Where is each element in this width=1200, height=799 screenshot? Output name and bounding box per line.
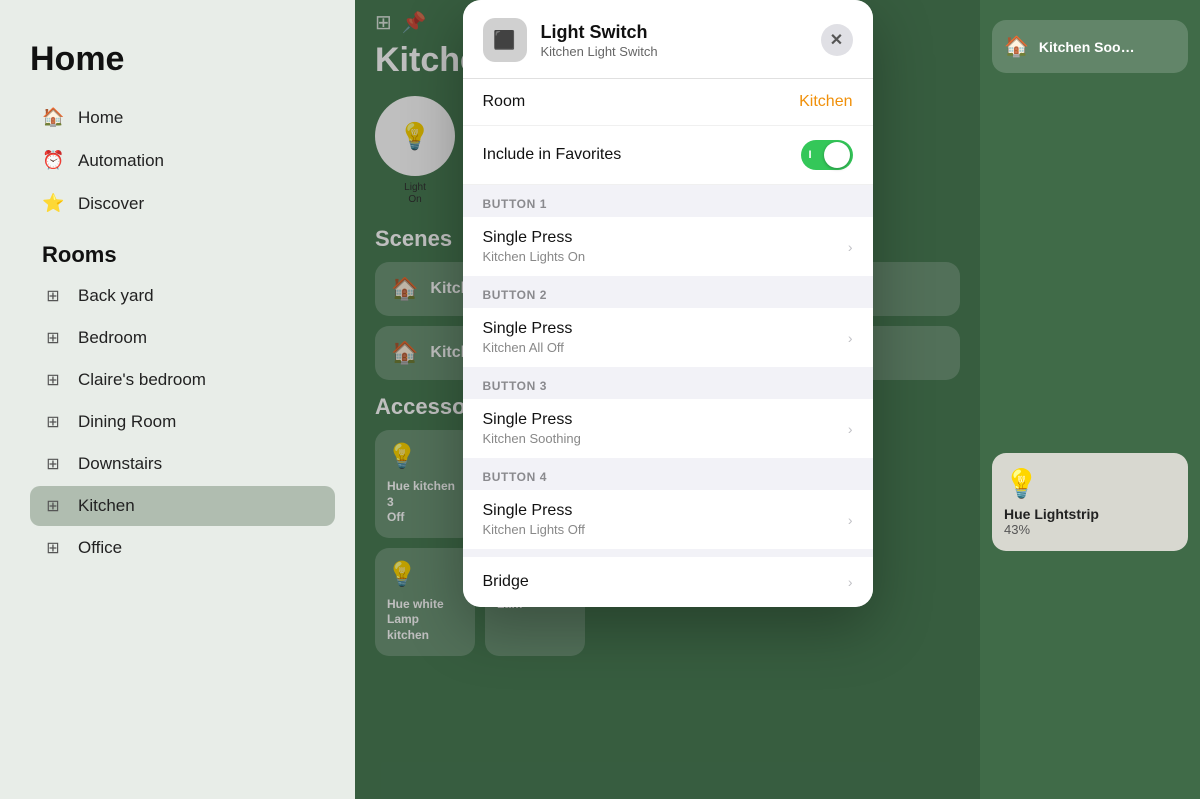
modal-close-button[interactable]: ✕ bbox=[821, 24, 853, 56]
button-group-4-chevron-icon: › bbox=[848, 512, 853, 528]
button-group-2-content: Single Press Kitchen All Off bbox=[483, 320, 573, 355]
button-group-2-sub: Kitchen All Off bbox=[483, 340, 573, 355]
toggle-knob bbox=[824, 142, 850, 168]
button-group-4-main: Single Press bbox=[483, 502, 585, 520]
nav-discover-label: Discover bbox=[78, 194, 144, 214]
hue-lightstrip-card[interactable]: 💡 Hue Lightstrip 43% bbox=[992, 453, 1188, 551]
modal-subtitle: Kitchen Light Switch bbox=[541, 44, 807, 59]
modal-room-value: Kitchen bbox=[799, 93, 852, 111]
nav-automation-icon: ⏰ bbox=[42, 150, 64, 171]
button-group-1-sub: Kitchen Lights On bbox=[483, 249, 586, 264]
modal-bridge-row[interactable]: Bridge › bbox=[463, 557, 873, 607]
room-backyard-label: Back yard bbox=[78, 286, 154, 306]
room-kitchen-icon: ⊞ bbox=[42, 496, 64, 516]
room-item-bedroom[interactable]: ⊞ Bedroom bbox=[30, 318, 335, 358]
modal-room-label: Room bbox=[483, 93, 526, 111]
room-item-kitchen[interactable]: ⊞ Kitchen bbox=[30, 486, 335, 526]
button-group-1-content: Single Press Kitchen Lights On bbox=[483, 229, 586, 264]
nav-automation-label: Automation bbox=[78, 151, 164, 171]
modal-overlay: ⬛ Light Switch Kitchen Light Switch ✕ Ro… bbox=[355, 0, 980, 799]
nav-discover-icon: ⭐ bbox=[42, 193, 64, 214]
room-office-label: Office bbox=[78, 538, 122, 558]
room-bedroom-label: Bedroom bbox=[78, 328, 147, 348]
button-group-3-row-1[interactable]: Single Press Kitchen Soothing › bbox=[463, 399, 873, 458]
button-group-2-main: Single Press bbox=[483, 320, 573, 338]
button-group-1-row-1[interactable]: Single Press Kitchen Lights On › bbox=[463, 217, 873, 276]
room-backyard-icon: ⊞ bbox=[42, 286, 64, 306]
button-group-2-row-1[interactable]: Single Press Kitchen All Off › bbox=[463, 308, 873, 367]
room-downstairs-label: Downstairs bbox=[78, 454, 162, 474]
hue-lightstrip-label: Hue Lightstrip bbox=[1004, 506, 1176, 522]
room-kitchen-label: Kitchen bbox=[78, 496, 135, 516]
modal-favorites-row[interactable]: Include in Favorites I bbox=[463, 126, 873, 184]
room-claires-bedroom-label: Claire's bedroom bbox=[78, 370, 206, 390]
button-group-3-sub: Kitchen Soothing bbox=[483, 431, 581, 446]
hue-lightstrip-icon: 💡 bbox=[1004, 467, 1176, 500]
nav-item-home[interactable]: 🏠 Home bbox=[30, 97, 335, 138]
button-group-4-content: Single Press Kitchen Lights Off bbox=[483, 502, 585, 537]
right-scene-icon: 🏠 bbox=[1004, 34, 1029, 59]
room-dining-room-label: Dining Room bbox=[78, 412, 176, 432]
right-scene-label: Kitchen Soo… bbox=[1039, 39, 1135, 55]
button-group-1-chevron-icon: › bbox=[848, 239, 853, 255]
button-group-2-chevron-icon: › bbox=[848, 330, 853, 346]
room-dining-room-icon: ⊞ bbox=[42, 412, 64, 432]
nav-home-label: Home bbox=[78, 108, 123, 128]
modal-device-icon: ⬛ bbox=[483, 18, 527, 62]
room-bedroom-icon: ⊞ bbox=[42, 328, 64, 348]
room-item-backyard[interactable]: ⊞ Back yard bbox=[30, 276, 335, 316]
modal-favorites-label: Include in Favorites bbox=[483, 146, 622, 164]
modal: ⬛ Light Switch Kitchen Light Switch ✕ Ro… bbox=[463, 0, 873, 607]
button-group-header-4: BUTTON 4 bbox=[463, 458, 873, 490]
hue-lightstrip-sub: 43% bbox=[1004, 522, 1176, 537]
modal-title: Light Switch bbox=[541, 22, 807, 43]
right-panel: 🏠 Kitchen Soo… 💡 Hue Lightstrip 43% bbox=[980, 0, 1200, 799]
bridge-chevron-icon: › bbox=[848, 574, 853, 590]
nav-item-discover[interactable]: ⭐ Discover bbox=[30, 183, 335, 224]
room-item-dining-room[interactable]: ⊞ Dining Room bbox=[30, 402, 335, 442]
modal-bridge-label: Bridge bbox=[483, 573, 529, 591]
button-group-3-main: Single Press bbox=[483, 411, 581, 429]
toggle-on-label: I bbox=[809, 149, 812, 161]
button-group-header-2: BUTTON 2 bbox=[463, 276, 873, 308]
nav-item-automation[interactable]: ⏰ Automation bbox=[30, 140, 335, 181]
button-group-header-1: BUTTON 1 bbox=[463, 185, 873, 217]
modal-header: ⬛ Light Switch Kitchen Light Switch ✕ bbox=[463, 0, 873, 79]
nav-home-icon: 🏠 bbox=[42, 107, 64, 128]
button-group-1-main: Single Press bbox=[483, 229, 586, 247]
main-area: ⊞ 📌 Kitchen 💡 LightOn ⏸ Front DoorClosed… bbox=[355, 0, 980, 799]
room-item-downstairs[interactable]: ⊞ Downstairs bbox=[30, 444, 335, 484]
sidebar: Home 🏠 Home ⏰ Automation ⭐ Discover Room… bbox=[0, 0, 355, 799]
rooms-header: Rooms bbox=[30, 226, 335, 276]
button-group-3-content: Single Press Kitchen Soothing bbox=[483, 411, 581, 446]
button-group-4-row-1[interactable]: Single Press Kitchen Lights Off › bbox=[463, 490, 873, 549]
room-downstairs-icon: ⊞ bbox=[42, 454, 64, 474]
modal-room-row[interactable]: Room Kitchen bbox=[463, 79, 873, 126]
button-group-4-sub: Kitchen Lights Off bbox=[483, 522, 585, 537]
room-item-office[interactable]: ⊞ Office bbox=[30, 528, 335, 568]
room-claires-bedroom-icon: ⊞ bbox=[42, 370, 64, 390]
modal-favorites-toggle[interactable]: I bbox=[801, 140, 853, 170]
right-scene-card[interactable]: 🏠 Kitchen Soo… bbox=[992, 20, 1188, 73]
room-office-icon: ⊞ bbox=[42, 538, 64, 558]
room-item-claires-bedroom[interactable]: ⊞ Claire's bedroom bbox=[30, 360, 335, 400]
sidebar-title: Home bbox=[30, 40, 335, 79]
button-group-header-3: BUTTON 3 bbox=[463, 367, 873, 399]
button-group-3-chevron-icon: › bbox=[848, 421, 853, 437]
modal-title-block: Light Switch Kitchen Light Switch bbox=[541, 22, 807, 59]
